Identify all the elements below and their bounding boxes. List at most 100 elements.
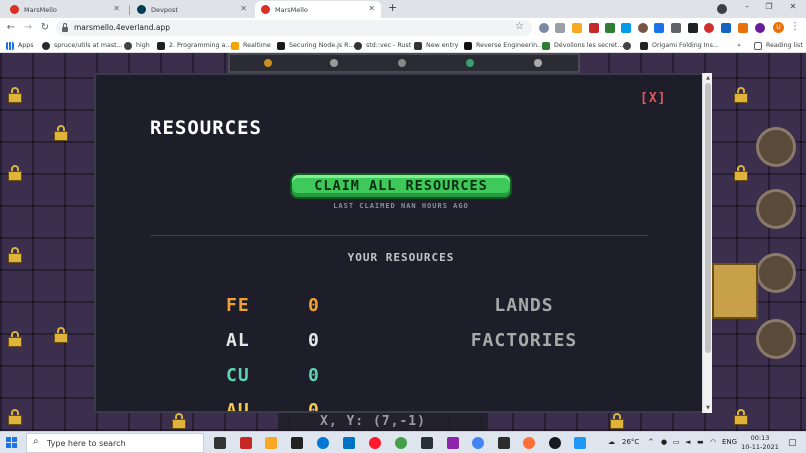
lock-icon[interactable]: [62, 23, 68, 32]
browser-tab-marsmello-active[interactable]: MarsMello ✕: [255, 1, 381, 18]
extension-icon[interactable]: [671, 23, 681, 33]
taskbar-search-box[interactable]: ⌕ Type here to search: [26, 433, 204, 453]
devpost-favicon-icon: [137, 5, 146, 14]
tab-close-icon[interactable]: ✕: [113, 4, 120, 13]
temperature-text[interactable]: 26°C: [622, 438, 639, 446]
scroll-thumb[interactable]: [705, 83, 711, 353]
app-icon[interactable]: [291, 437, 303, 449]
app-icon[interactable]: [395, 437, 407, 449]
browser-tab-devpost[interactable]: Devpost ✕: [131, 1, 253, 18]
app-icon[interactable]: [498, 437, 510, 449]
taskbar-clock[interactable]: 00:13 10-11-2021: [740, 434, 780, 452]
restore-button[interactable]: ❐: [762, 2, 776, 11]
chrome-icon[interactable]: [472, 437, 484, 449]
extension-icon[interactable]: [638, 23, 648, 33]
modal-close-button[interactable]: [X]: [640, 91, 666, 106]
bookmark-item[interactable]: Dévoilons les secret...: [542, 40, 623, 51]
locked-tile-icon: [8, 409, 22, 425]
character-badge-icon[interactable]: [756, 127, 796, 167]
section-divider: [150, 235, 648, 236]
address-bar[interactable]: marsmello.4everland.app ☆: [56, 20, 532, 36]
video-icon: [464, 41, 472, 50]
locked-tile-icon: [8, 165, 22, 181]
opera-icon[interactable]: [369, 437, 381, 449]
tray-overflow-icon[interactable]: ^: [648, 438, 654, 446]
page-icon: [414, 41, 422, 50]
profile-avatar[interactable]: U: [773, 22, 784, 33]
back-button[interactable]: ←: [5, 21, 17, 35]
weather-icon[interactable]: ☁: [608, 438, 615, 446]
volume-icon[interactable]: ◄: [685, 438, 690, 446]
tab-close-icon[interactable]: ✕: [368, 4, 375, 13]
dice-badge-icon[interactable]: [756, 319, 796, 359]
app-icon[interactable]: [574, 437, 586, 449]
app-icon[interactable]: [240, 437, 252, 449]
modal-scrollbar[interactable]: ▲ ▼: [702, 73, 712, 413]
bookmark-item[interactable]: New entry: [414, 40, 458, 51]
bookmark-apps[interactable]: Apps: [6, 40, 34, 51]
terminal-icon[interactable]: [421, 437, 433, 449]
chart-icon: [231, 41, 239, 50]
extension-icon[interactable]: [654, 23, 664, 33]
resource-coin-icon: [466, 59, 474, 67]
extension-icon[interactable]: [589, 23, 599, 33]
pickaxe-badge-icon[interactable]: [756, 253, 796, 293]
bookmark-item[interactable]: 2. Programming a...: [157, 40, 231, 51]
locked-tile-icon: [734, 165, 748, 181]
scroll-down-arrow-icon[interactable]: ▼: [703, 405, 713, 411]
bookmark-item[interactable]: Origami Folding Ins...: [640, 40, 719, 51]
record-indicator-icon[interactable]: [717, 4, 727, 14]
extension-icon[interactable]: [704, 23, 714, 33]
chrome-menu-icon[interactable]: ⋮: [790, 21, 800, 32]
new-tab-button[interactable]: +: [388, 1, 397, 14]
resource-symbol-al: AL: [226, 330, 250, 351]
microphone-icon[interactable]: ●: [661, 438, 667, 446]
extension-icon[interactable]: [572, 23, 582, 33]
minimize-button[interactable]: –: [740, 2, 754, 11]
bookmark-item[interactable]: Securing Node.js R...: [277, 40, 354, 51]
browser-tab-marsmello-1[interactable]: MarsMello ✕: [4, 1, 126, 18]
network-icon[interactable]: ▭: [673, 438, 680, 446]
tab-close-icon[interactable]: ✕: [240, 4, 247, 13]
mail-icon[interactable]: [343, 437, 355, 449]
language-indicator[interactable]: ENG: [722, 438, 737, 446]
steam-icon[interactable]: [549, 437, 561, 449]
resources-modal: [X] RESOURCES CLAIM ALL RESOURCES LAST C…: [94, 73, 712, 413]
extension-icon[interactable]: [738, 23, 748, 33]
extension-icon[interactable]: [605, 23, 615, 33]
forward-button[interactable]: →: [22, 21, 34, 35]
bookmark-item[interactable]: spruce/utils at mast...: [42, 40, 123, 51]
extension-icon[interactable]: [555, 23, 565, 33]
battery-icon[interactable]: ▬: [697, 438, 704, 446]
windows-start-icon[interactable]: [6, 437, 18, 449]
bookmark-item[interactable]: Realtime: [231, 40, 271, 51]
firefox-icon[interactable]: [523, 437, 535, 449]
locked-tile-icon: [610, 413, 624, 429]
extension-icon[interactable]: [688, 23, 698, 33]
store-icon[interactable]: [214, 437, 226, 449]
bookmark-item[interactable]: [623, 40, 635, 51]
app-icon[interactable]: [447, 437, 459, 449]
claim-all-resources-button[interactable]: CLAIM ALL RESOURCES: [290, 173, 512, 199]
bookmark-item[interactable]: Reverse Engineerin...: [464, 40, 543, 51]
bookmark-label: Apps: [18, 42, 34, 49]
factory-badge-icon[interactable]: [756, 189, 796, 229]
bookmark-item[interactable]: high: [124, 40, 150, 51]
bookmark-star-icon[interactable]: ☆: [515, 21, 524, 32]
extension-icon[interactable]: [755, 23, 765, 33]
window-close-button[interactable]: ✕: [786, 2, 800, 11]
extension-icon[interactable]: [621, 23, 631, 33]
bookmark-item[interactable]: std::vec - Rust: [354, 40, 411, 51]
scroll-up-arrow-icon[interactable]: ▲: [703, 75, 713, 81]
wifi-icon[interactable]: ◠: [710, 438, 716, 446]
file-explorer-icon[interactable]: [265, 437, 277, 449]
lands-label: LANDS: [494, 295, 554, 316]
extension-icon[interactable]: [721, 23, 731, 33]
notifications-icon[interactable]: ▢: [788, 438, 797, 448]
reload-button[interactable]: ↻: [39, 21, 51, 35]
extension-icon[interactable]: [539, 23, 549, 33]
bookmarks-overflow-button[interactable]: »: [737, 40, 741, 51]
edge-icon[interactable]: [317, 437, 329, 449]
windows-taskbar: ⌕ Type here to search ☁ 26°C ^ ● ▭ ◄ ▬ ◠…: [0, 431, 806, 453]
reading-list-button[interactable]: Reading list: [754, 40, 803, 51]
